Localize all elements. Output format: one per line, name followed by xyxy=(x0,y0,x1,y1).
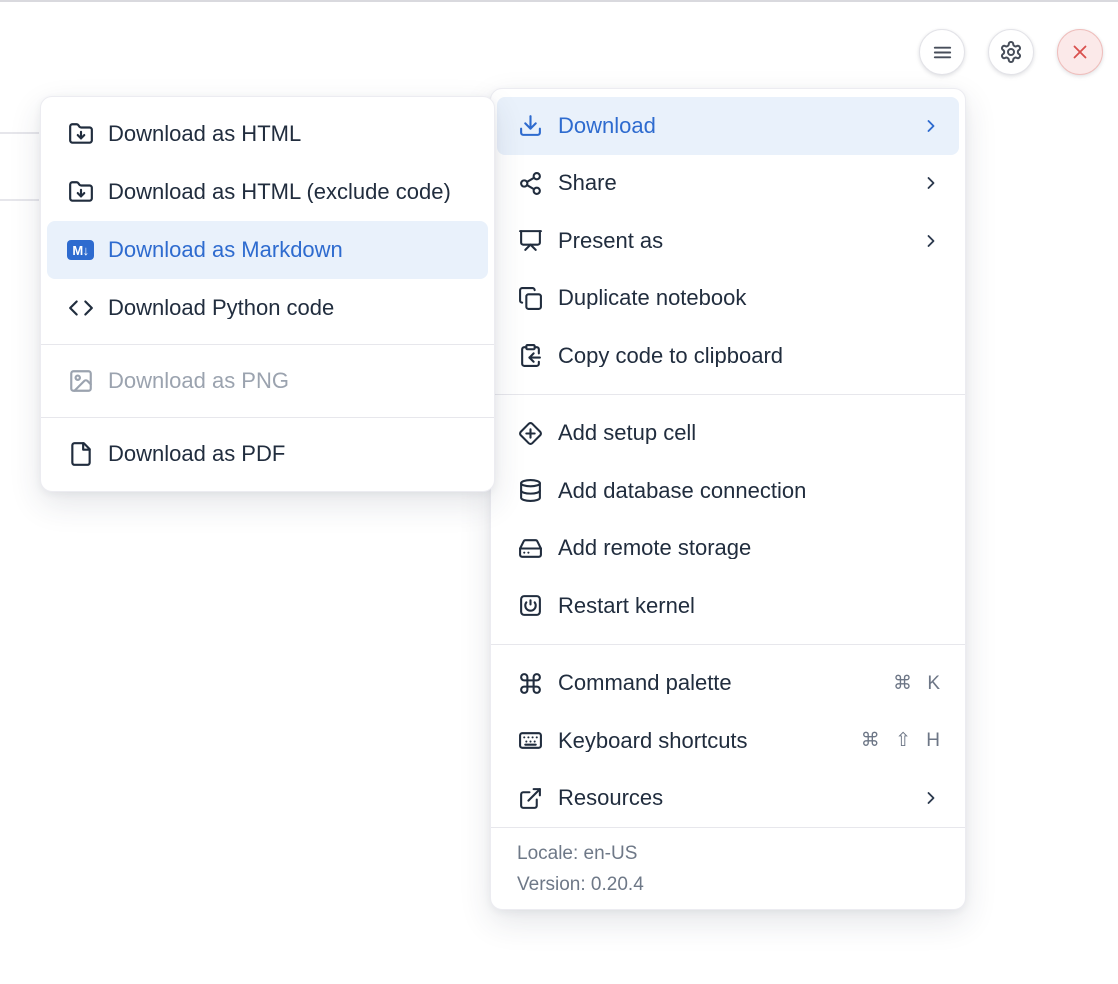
background-cell-border xyxy=(0,132,39,134)
menu-item-keyboard-shortcuts[interactable]: Keyboard shortcuts ⌘ ⇧ H xyxy=(491,712,965,770)
menu-item-label: Restart kernel xyxy=(558,595,941,617)
menu-item-label: Download as HTML (exclude code) xyxy=(108,181,470,203)
menu-item-download-python-code[interactable]: Download Python code xyxy=(41,279,494,337)
power-icon xyxy=(517,593,544,618)
close-icon xyxy=(1069,41,1091,63)
menu-item-duplicate-notebook[interactable]: Duplicate notebook xyxy=(491,270,965,328)
share-icon xyxy=(517,171,544,196)
settings-button[interactable] xyxy=(988,29,1034,75)
menu-item-label: Copy code to clipboard xyxy=(558,345,941,367)
diamond-plus-icon xyxy=(517,421,544,446)
menu-item-label: Download as PNG xyxy=(108,370,470,392)
menu-item-present-as[interactable]: Present as xyxy=(491,212,965,270)
menu-item-download-as-markdown[interactable]: M↓ Download as Markdown xyxy=(47,221,488,279)
notebook-menu-button[interactable] xyxy=(919,29,965,75)
keyboard-icon xyxy=(517,728,544,753)
version-text: Version: 0.20.4 xyxy=(517,869,939,900)
menu-item-command-palette[interactable]: Command palette ⌘ K xyxy=(491,655,965,713)
menu-item-download-as-png[interactable]: Download as PNG xyxy=(41,352,494,410)
page-top-border xyxy=(0,0,1118,2)
locale-text: Locale: en-US xyxy=(517,838,939,869)
menu-item-label: Add remote storage xyxy=(558,537,941,559)
chevron-right-icon xyxy=(921,116,941,136)
menu-divider xyxy=(41,344,494,345)
gear-icon xyxy=(999,40,1023,64)
database-icon xyxy=(517,478,544,503)
hamburger-icon xyxy=(931,41,954,64)
copy-icon xyxy=(517,286,544,311)
menu-item-download-as-html-exclude-code[interactable]: Download as HTML (exclude code) xyxy=(41,163,494,221)
chevron-right-icon xyxy=(921,173,941,193)
code-icon xyxy=(67,295,94,321)
menu-item-label: Add setup cell xyxy=(558,422,941,444)
notebook-actions-menu: Download Share Present as Duplicate note… xyxy=(490,88,966,910)
chevron-right-icon xyxy=(921,788,941,808)
markdown-badge-icon: M↓ xyxy=(67,240,94,260)
menu-item-label: Duplicate notebook xyxy=(558,287,941,309)
menu-divider xyxy=(491,644,965,645)
menu-item-label: Add database connection xyxy=(558,480,941,502)
menu-item-resources[interactable]: Resources xyxy=(491,770,965,828)
download-icon xyxy=(517,113,544,138)
clipboard-copy-icon xyxy=(517,343,544,368)
image-icon xyxy=(67,368,94,394)
file-icon xyxy=(67,441,94,467)
shutdown-button[interactable] xyxy=(1057,29,1103,75)
menu-item-add-database-connection[interactable]: Add database connection xyxy=(491,462,965,520)
menu-item-download[interactable]: Download xyxy=(497,97,959,155)
menu-item-label: Download Python code xyxy=(108,297,470,319)
menu-item-copy-code-to-clipboard[interactable]: Copy code to clipboard xyxy=(491,327,965,385)
notebook-toolbar xyxy=(919,29,1103,75)
menu-item-label: Present as xyxy=(558,230,907,252)
menu-item-restart-kernel[interactable]: Restart kernel xyxy=(491,577,965,635)
menu-divider xyxy=(41,417,494,418)
menu-item-label: Download xyxy=(558,115,907,137)
download-submenu: Download as HTML Download as HTML (exclu… xyxy=(40,96,495,492)
external-link-icon xyxy=(517,786,544,811)
menu-footer: Locale: en-US Version: 0.20.4 xyxy=(491,827,965,909)
hard-drive-icon xyxy=(517,536,544,561)
menu-item-download-as-pdf[interactable]: Download as PDF xyxy=(41,425,494,483)
background-cell-border xyxy=(0,199,39,201)
menu-item-share[interactable]: Share xyxy=(491,155,965,213)
menu-item-label: Download as Markdown xyxy=(108,239,470,261)
menu-item-label: Download as HTML xyxy=(108,123,470,145)
menu-divider xyxy=(491,394,965,395)
command-icon xyxy=(517,671,544,696)
menu-item-label: Share xyxy=(558,172,907,194)
keyboard-shortcut: ⌘ K xyxy=(893,674,941,693)
menu-item-label: Resources xyxy=(558,787,907,809)
folder-down-icon xyxy=(67,121,94,147)
menu-item-add-setup-cell[interactable]: Add setup cell xyxy=(491,405,965,463)
presentation-icon xyxy=(517,228,544,253)
keyboard-shortcut: ⌘ ⇧ H xyxy=(861,731,941,750)
menu-item-download-as-html[interactable]: Download as HTML xyxy=(41,105,494,163)
menu-item-label: Download as PDF xyxy=(108,443,470,465)
menu-item-label: Keyboard shortcuts xyxy=(558,730,847,752)
menu-item-add-remote-storage[interactable]: Add remote storage xyxy=(491,520,965,578)
chevron-right-icon xyxy=(921,231,941,251)
menu-item-label: Command palette xyxy=(558,672,879,694)
folder-down-icon xyxy=(67,179,94,205)
